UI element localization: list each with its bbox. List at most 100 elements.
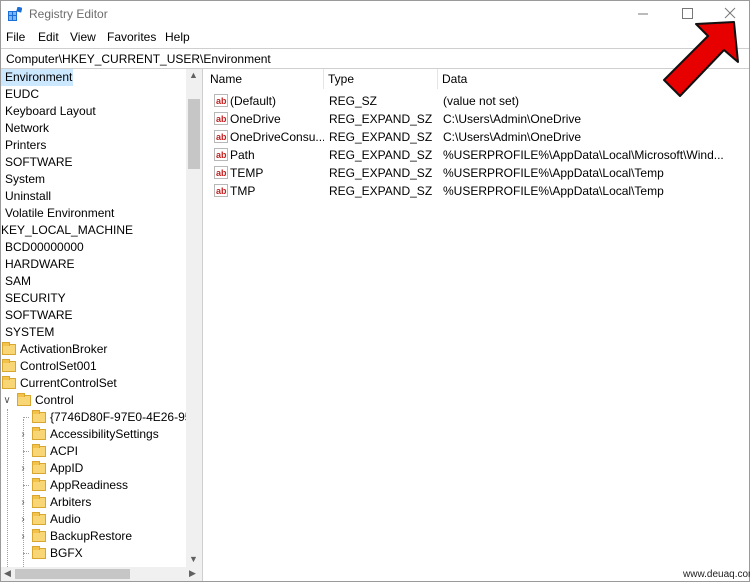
value-row[interactable]: ab OneDriveConsu... REG_EXPAND_SZ C:\Use… [206, 128, 746, 146]
scroll-left-icon[interactable]: ◀ [4, 568, 11, 579]
tree-item-uninstall[interactable]: Uninstall [5, 188, 51, 205]
tree-item-currentcontrolset[interactable]: CurrentControlSet [1, 375, 186, 392]
menu-edit[interactable]: Edit [38, 30, 59, 44]
tree-item-label: EUDC [5, 87, 40, 101]
watermark: www.deuaq.com [683, 569, 750, 580]
tree-item-network[interactable]: Network [5, 120, 49, 137]
tree-item-environment[interactable]: Environment [1, 69, 73, 86]
value-data: %USERPROFILE%\AppData\Local\Temp [443, 166, 664, 180]
tree-item-activationbroker[interactable]: ActivationBroker [1, 341, 186, 358]
value-row[interactable]: ab TMP REG_EXPAND_SZ %USERPROFILE%\AppDa… [206, 182, 746, 200]
value-row[interactable]: ab TEMP REG_EXPAND_SZ %USERPROFILE%\AppD… [206, 164, 746, 182]
tree-item-backuprestore[interactable]: › BackupRestore [1, 528, 186, 545]
column-header-type[interactable]: Type [324, 69, 438, 89]
menu-favorites[interactable]: Favorites [107, 30, 156, 44]
chevron-right-icon[interactable]: › [18, 528, 28, 545]
tree-item-label: Printers [5, 138, 47, 152]
tree-item-volatile-environment[interactable]: Volatile Environment [5, 205, 114, 222]
tree-item-label: AppReadiness [50, 478, 129, 492]
folder-icon [32, 512, 46, 525]
scroll-right-icon[interactable]: ▶ [189, 568, 196, 579]
value-data: C:\Users\Admin\OneDrive [443, 130, 582, 144]
tree-item-label: KEY_LOCAL_MACHINE [1, 223, 134, 237]
tree-item-keyboard-layout[interactable]: Keyboard Layout [5, 103, 96, 120]
folder-icon [2, 376, 16, 389]
folder-icon [32, 410, 46, 423]
chevron-down-icon[interactable]: ∨ [2, 392, 12, 409]
tree-item-hardware[interactable]: HARDWARE [5, 256, 75, 273]
tree-item-label: Network [5, 121, 50, 135]
tree-item-label: AppID [50, 461, 84, 475]
address-bar[interactable]: Computer\HKEY_CURRENT_USER\Environment [1, 48, 749, 69]
registry-editor-window: Registry Editor File Edit View Favorites… [0, 0, 750, 582]
folder-icon [2, 342, 16, 355]
value-data: %USERPROFILE%\AppData\Local\Temp [443, 184, 664, 198]
tree-item-label: Audio [50, 512, 81, 526]
tree-item-security[interactable]: SECURITY [5, 290, 66, 307]
value-row[interactable]: ab Path REG_EXPAND_SZ %USERPROFILE%\AppD… [206, 146, 746, 164]
tree-item-sam[interactable]: SAM [5, 273, 31, 290]
tree-item-arbiters[interactable]: › Arbiters [1, 494, 186, 511]
tree-item-label: ActivationBroker [20, 342, 108, 356]
window-title: Registry Editor [29, 7, 108, 21]
value-row[interactable]: ab OneDrive REG_EXPAND_SZ C:\Users\Admin… [206, 110, 746, 128]
chevron-right-icon[interactable]: › [18, 511, 28, 528]
tree-item-appid[interactable]: › AppID [1, 460, 186, 477]
tree-item-eudc[interactable]: EUDC [5, 86, 39, 103]
column-header-name[interactable]: Name [206, 69, 324, 89]
string-value-icon: ab [214, 130, 228, 143]
folder-icon [17, 393, 31, 406]
tree-item-controlset001[interactable]: ControlSet001 [1, 358, 186, 375]
minimize-button[interactable] [623, 1, 663, 27]
tree-item-printers[interactable]: Printers [5, 137, 46, 154]
menu-view[interactable]: View [70, 30, 96, 44]
tree-vertical-scrollbar[interactable]: ▲ ▼ [186, 69, 202, 567]
folder-icon [32, 461, 46, 474]
tree-item-label: BGFX [50, 546, 83, 560]
folder-icon [32, 529, 46, 542]
tree-item-software[interactable]: SOFTWARE [5, 154, 73, 171]
tree-item-appreadiness[interactable]: AppReadiness [1, 477, 186, 494]
chevron-right-icon[interactable]: › [18, 426, 28, 443]
tree-item-label: BCD00000000 [5, 240, 84, 254]
tree-item-label: Uninstall [5, 189, 52, 203]
tree-item-label: SOFTWARE [5, 308, 73, 322]
tree-item-software-hklm[interactable]: SOFTWARE [5, 307, 73, 324]
tree-item-accessibilitysettings[interactable]: › AccessibilitySettings [1, 426, 186, 443]
value-name: Path [230, 148, 255, 162]
value-type: REG_EXPAND_SZ [329, 148, 433, 162]
tree-item-audio[interactable]: › Audio [1, 511, 186, 528]
tree-item-bcd[interactable]: BCD00000000 [5, 239, 84, 256]
tree-item-system[interactable]: System [5, 171, 45, 188]
tree-item-guid[interactable]: {7746D80F-97E0-4E26-9543 [1, 409, 202, 426]
string-value-icon: ab [214, 166, 228, 179]
value-name: TMP [230, 184, 256, 198]
tree-item-label: SAM [5, 274, 32, 288]
tree-item-system-hklm[interactable]: SYSTEM [5, 324, 54, 341]
tree-item-control[interactable]: ∨ Control [1, 392, 186, 409]
tree-item-label: ACPI [50, 444, 79, 458]
value-type: REG_EXPAND_SZ [329, 130, 433, 144]
tree-item-label: CurrentControlSet [20, 376, 117, 390]
string-value-icon: ab [214, 94, 228, 107]
tree-horizontal-scrollbar[interactable]: ◀ ▶ [1, 567, 202, 581]
folder-icon [32, 478, 46, 491]
scroll-down-icon[interactable]: ▼ [189, 554, 198, 564]
scroll-up-icon[interactable]: ▲ [189, 70, 198, 80]
value-type: REG_EXPAND_SZ [329, 112, 433, 126]
menu-help[interactable]: Help [165, 30, 190, 44]
tree-item-hkey-local-machine[interactable]: KEY_LOCAL_MACHINE [1, 222, 133, 239]
tree-item-label: SOFTWARE [5, 155, 73, 169]
chevron-right-icon[interactable]: › [18, 460, 28, 477]
tree-line [23, 485, 29, 486]
tree-item-acpi[interactable]: ACPI [1, 443, 186, 460]
scrollbar-thumb[interactable] [188, 99, 200, 169]
value-name: OneDriveConsu... [230, 130, 324, 144]
menu-file[interactable]: File [6, 30, 25, 44]
values-list-pane: Name Type Data ab (Default) REG_SZ (valu… [206, 69, 749, 581]
tree-item-label: AccessibilitySettings [50, 427, 159, 441]
scrollbar-thumb[interactable] [15, 569, 130, 579]
chevron-right-icon[interactable]: › [18, 494, 28, 511]
folder-icon [32, 546, 46, 559]
tree-item-bgfx[interactable]: BGFX [1, 545, 186, 562]
